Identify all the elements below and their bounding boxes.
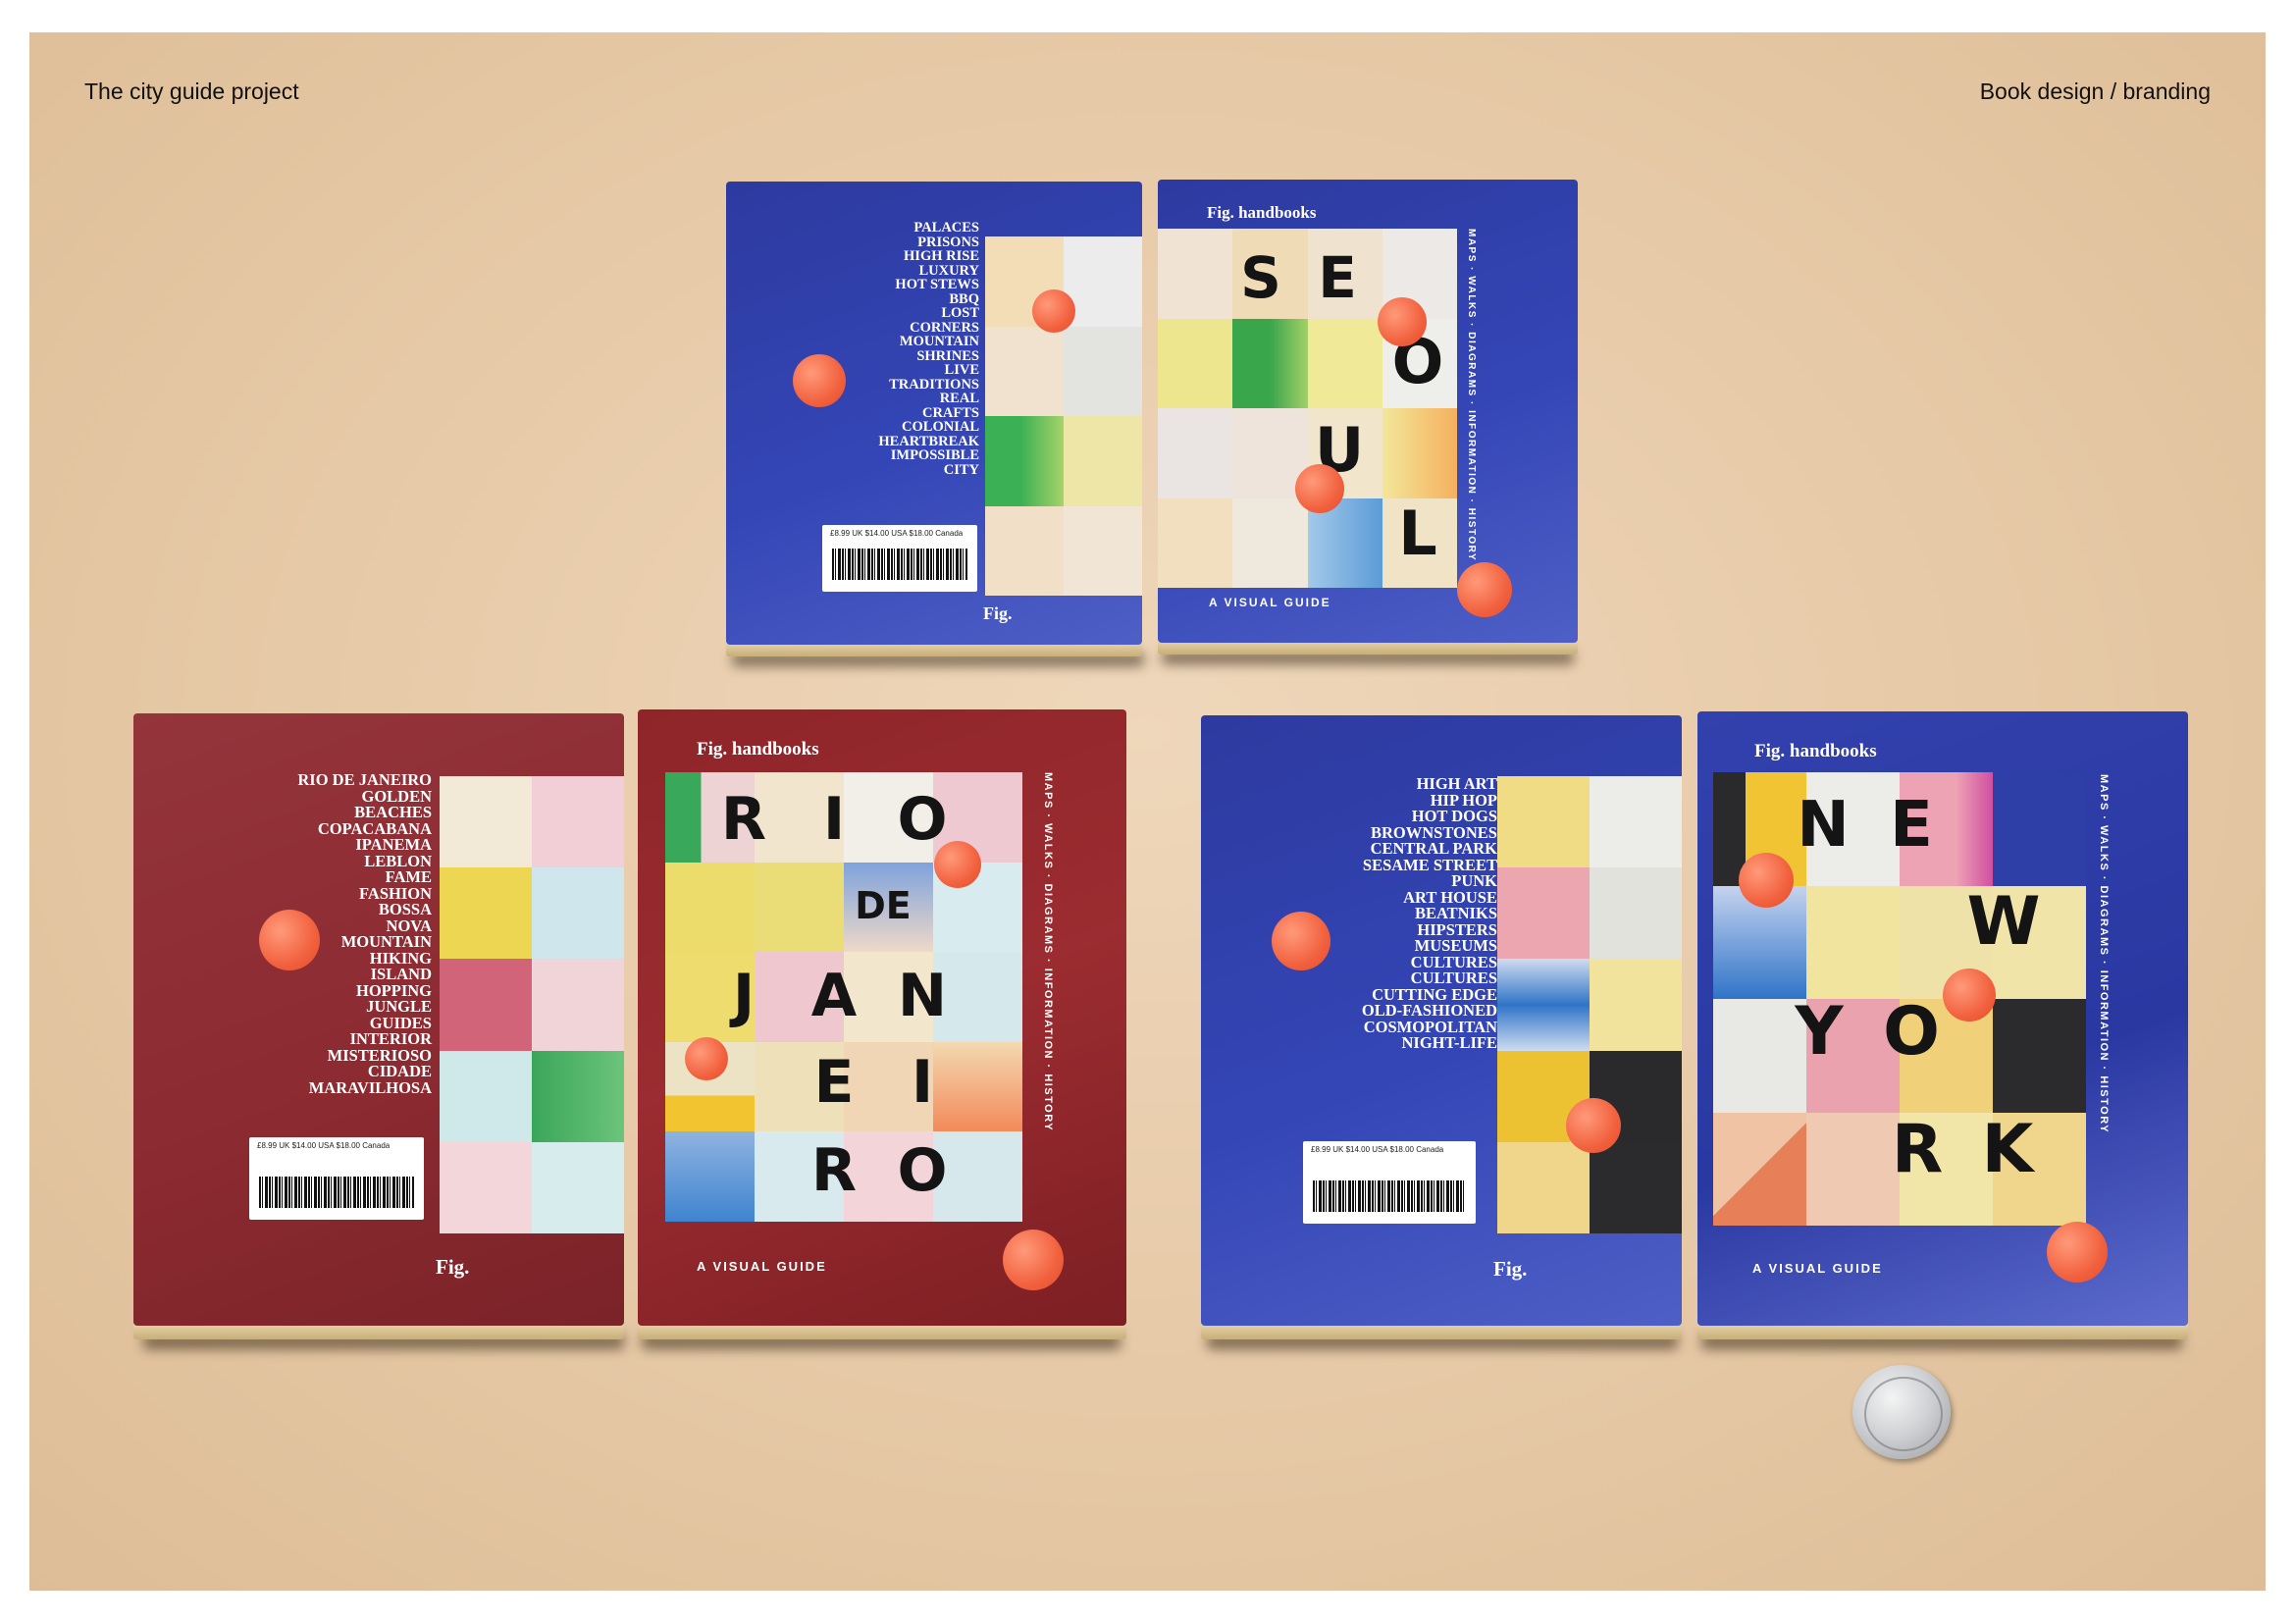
back-cover-word: HEARTBREAK — [878, 433, 979, 449]
brand-name: Fig. handbooks — [697, 739, 819, 760]
back-cover-word: PALACES — [913, 220, 979, 236]
rio-title-letter: J — [732, 962, 756, 1030]
accent-dot — [1272, 912, 1330, 970]
seoul-title-letter: S — [1240, 244, 1281, 311]
back-cover-word: PRISONS — [917, 234, 979, 250]
feature-list: MAPS · WALKS · DIAGRAMS · INFORMATION · … — [1042, 772, 1054, 1132]
seoul-title-letter: L — [1398, 497, 1437, 569]
newyork-back-word-list: HIGH ART HIP HOP HOT DOGS BROWNSTONES CENTRA… — [1362, 775, 1497, 1052]
seoul-barcode: £8.99 UK $14.00 USA $18.00 Canada — [822, 525, 977, 592]
tagline: A VISUAL GUIDE — [1752, 1261, 1883, 1276]
rio-title-letter: A — [810, 962, 858, 1030]
rio-title-letter: DE — [855, 884, 912, 927]
back-cover-word: CRAFTS — [921, 404, 979, 421]
back-cover-word: CITY — [943, 461, 979, 478]
accent-dot — [259, 910, 320, 970]
newyork-title-letter: N — [1797, 789, 1850, 862]
seoul-title-letter: E — [1318, 244, 1357, 311]
back-cover-word: REAL — [939, 391, 979, 406]
newyork-title-letter: R — [1891, 1110, 1944, 1188]
fig-logo: Fig. — [436, 1255, 470, 1279]
project-category: Book design / branding — [1979, 79, 2211, 104]
newyork-title-letter: W — [1966, 882, 2041, 961]
back-cover-word: CORNERS — [910, 319, 979, 336]
brand-name: Fig. handbooks — [1207, 203, 1317, 222]
back-cover-word: TRADITIONS — [889, 376, 979, 393]
rio-title-letter: R — [810, 1136, 858, 1205]
price-label: £8.99 UK $14.00 USA $18.00 Canada — [830, 529, 964, 538]
rio-barcode: £8.99 UK $14.00 USA $18.00 Canada — [249, 1137, 424, 1220]
back-cover-word: LOST — [941, 305, 979, 321]
rio-title-letter: N — [897, 962, 948, 1030]
back-cover-word: LUXURY — [918, 262, 979, 279]
price-label: £8.99 UK $14.00 USA $18.00 Canada — [1311, 1145, 1444, 1154]
rio-title-letter: R — [720, 785, 767, 854]
back-cover-word: LIVE — [944, 362, 979, 378]
newyork-back-grid — [1497, 776, 1682, 1233]
newyork-barcode: £8.99 UK $14.00 USA $18.00 Canada — [1303, 1141, 1476, 1224]
feature-list: MAPS · WALKS · DIAGRAMS · INFORMATION · … — [1466, 229, 1477, 562]
brand-name: Fig. handbooks — [1754, 741, 1877, 761]
tagline: A VISUAL GUIDE — [1209, 596, 1331, 609]
back-cover-word: MOUNTAIN — [899, 334, 979, 349]
newyork-title-letter: Y — [1795, 992, 1844, 1071]
newyork-title-letter: E — [1890, 789, 1933, 862]
seoul-back-grid — [985, 236, 1142, 596]
back-cover-word: HOT STEWS — [895, 277, 979, 292]
rio-title-letter: I — [911, 1048, 934, 1117]
back-cover-word: IMPOSSIBLE — [890, 447, 979, 463]
back-cover-word: BBQ — [949, 290, 979, 307]
newyork-title-letter: K — [1981, 1110, 2034, 1188]
accent-dot — [793, 354, 846, 407]
rio-back-grid — [440, 776, 624, 1233]
project-title: The city guide project — [84, 79, 299, 104]
fig-logo: Fig. — [983, 603, 1013, 623]
back-cover-word: NIGHT-LIFE — [1401, 1033, 1497, 1052]
back-cover-word: COLONIAL — [902, 419, 979, 435]
tagline: A VISUAL GUIDE — [697, 1259, 827, 1274]
rio-title-letter: I — [822, 785, 846, 854]
fig-logo: Fig. — [1493, 1257, 1528, 1281]
back-cover-word: SHRINES — [916, 347, 979, 364]
seoul-back-word-list: PALACES PRISONS HIGH RISE LUXURY HOT STEWS BB… — [878, 221, 979, 477]
rio-title-letter: O — [897, 1136, 948, 1205]
price-label: £8.99 UK $14.00 USA $18.00 Canada — [257, 1141, 391, 1150]
back-cover-word: HIGH RISE — [904, 248, 979, 264]
feature-list: MAPS · WALKS · DIAGRAMS · INFORMATION · … — [2098, 774, 2110, 1134]
back-cover-word: MARAVILHOSA — [308, 1077, 432, 1097]
rio-title-letter: E — [813, 1048, 855, 1117]
coin-icon — [1852, 1365, 1951, 1459]
product-photo: The city guide project Book design / bra… — [29, 32, 2266, 1591]
